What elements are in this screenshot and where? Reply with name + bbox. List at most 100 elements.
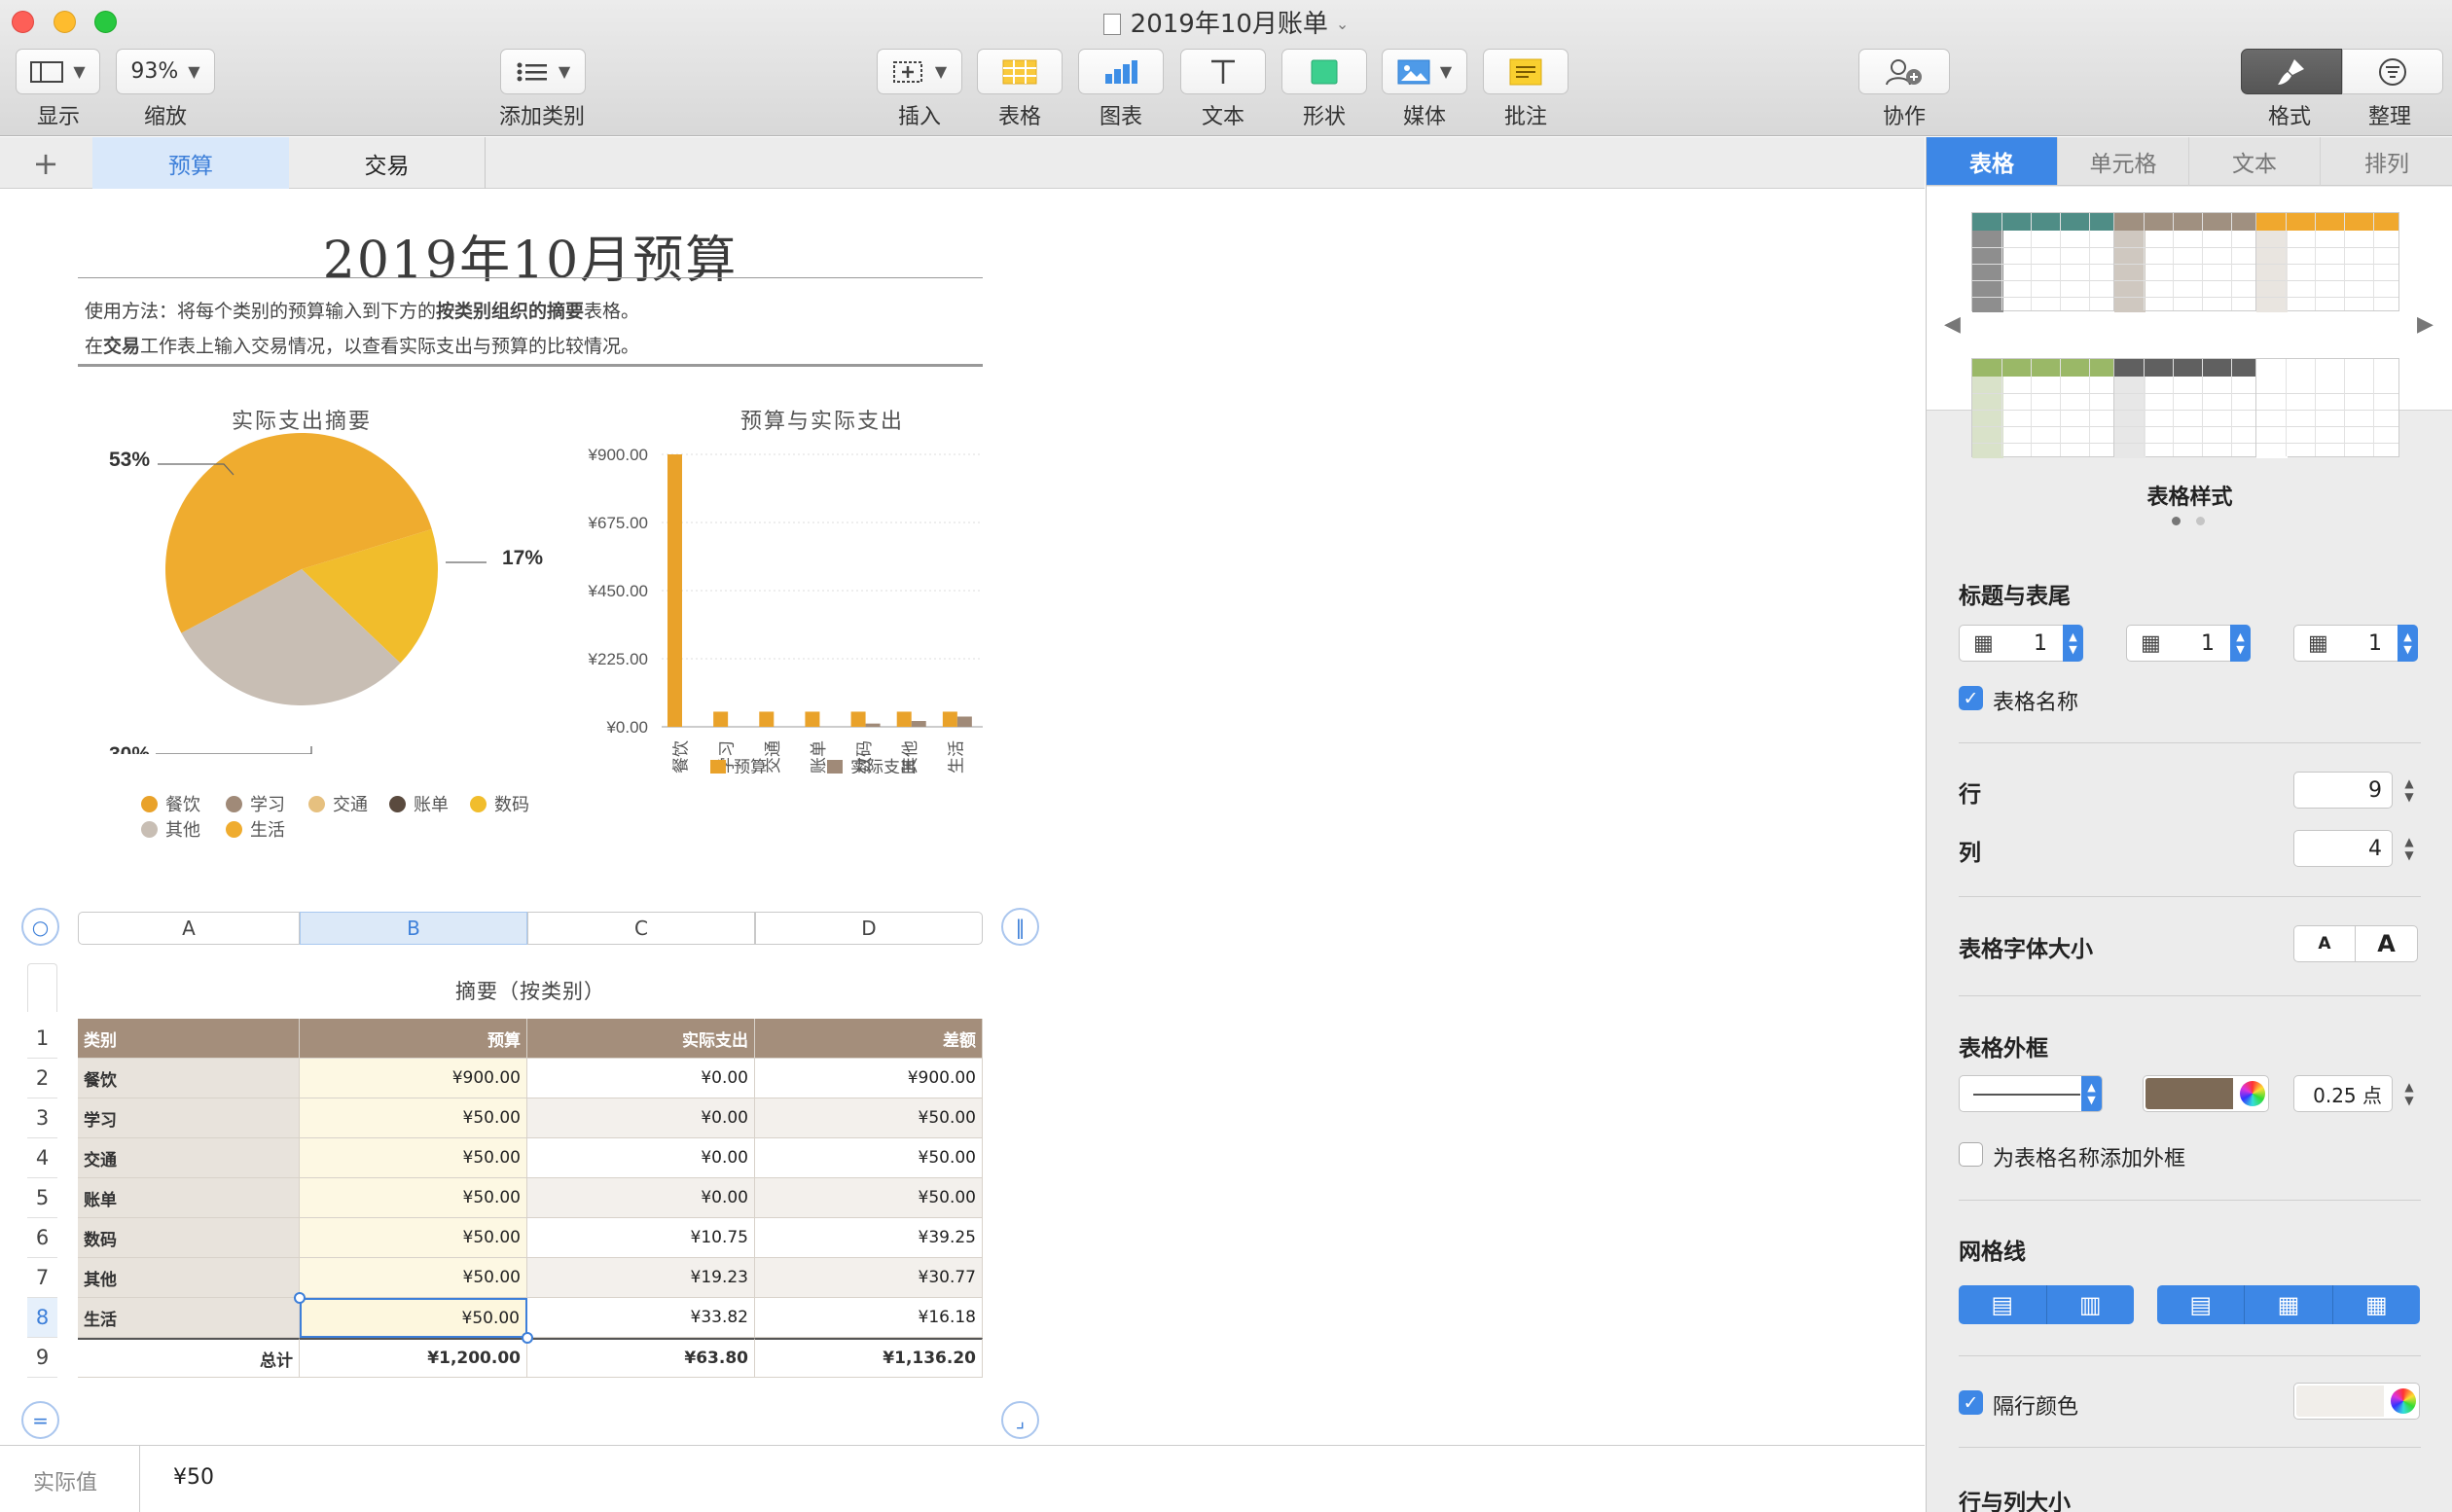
table-style-thumbnail[interactable] [2113, 212, 2257, 312]
value-cell[interactable]: ¥50.00 [300, 1098, 527, 1138]
value-cell[interactable]: ¥50.00 [300, 1258, 527, 1298]
value-cell[interactable]: ¥0.00 [527, 1059, 755, 1098]
value-cell[interactable]: ¥30.77 [755, 1258, 983, 1298]
bar-chart[interactable]: ¥0.00¥225.00¥450.00¥675.00¥900.00餐饮 学习 交通账… [545, 433, 992, 774]
chevron-left-icon[interactable]: ◀ [1944, 312, 1961, 337]
rows-field[interactable]: 9 [2293, 772, 2393, 809]
footer-rows-stepper[interactable]: ▲ ▼ [2398, 625, 2418, 662]
table-header-cell[interactable]: 差额 [755, 1019, 983, 1059]
insert-button[interactable]: ▼ [877, 49, 962, 94]
header-cols-stepper[interactable]: ▲ ▼ [2230, 625, 2251, 662]
value-cell[interactable]: ¥900.00 [755, 1059, 983, 1098]
row-header-8[interactable]: 8 [27, 1298, 57, 1338]
chevron-right-icon[interactable]: ▶ [2417, 312, 2434, 337]
category-cell[interactable]: 餐饮 [78, 1059, 300, 1098]
add-row-handle[interactable]: = [21, 1401, 59, 1439]
value-cell[interactable]: ¥16.18 [755, 1298, 983, 1338]
shape-button[interactable] [1281, 49, 1367, 94]
chart-button[interactable] [1078, 49, 1164, 94]
table-name-checkbox[interactable]: ✓ [1959, 686, 1983, 710]
header-rows-stepper[interactable]: ▲ ▼ [2063, 625, 2083, 662]
view-button[interactable]: ▼ [16, 49, 100, 94]
selected-cell[interactable]: ¥50.00 [300, 1298, 527, 1338]
font-size-decrease[interactable]: A [2293, 925, 2356, 962]
total-value-cell[interactable]: ¥1,136.20 [755, 1338, 983, 1378]
selection-handle[interactable] [294, 1292, 306, 1304]
tab-transactions[interactable]: 交易 [289, 137, 486, 189]
selection-handle[interactable] [522, 1332, 533, 1344]
table-button[interactable] [977, 49, 1063, 94]
chevron-down-icon[interactable]: ⌄ [1336, 15, 1349, 33]
footer-gridlines-icon[interactable]: ▦ [2333, 1285, 2420, 1324]
value-cell[interactable]: ¥50.00 [755, 1138, 983, 1178]
row-header-6[interactable]: 6 [27, 1218, 57, 1258]
column-header-B[interactable]: B [300, 912, 527, 945]
horizontal-gridlines-icon[interactable]: ▤ [1959, 1285, 2047, 1324]
zoom-select[interactable]: 93% ▼ [116, 49, 215, 94]
add-column-handle[interactable]: ‖ [1001, 908, 1039, 946]
border-table-name-checkbox[interactable] [1959, 1142, 1983, 1167]
resize-table-handle[interactable]: ⌟ [1001, 1401, 1039, 1439]
row-header-5[interactable]: 5 [27, 1178, 57, 1218]
alternating-rows-checkbox[interactable]: ✓ [1959, 1390, 1983, 1415]
table-header-cell[interactable]: 实际支出 [527, 1019, 755, 1059]
total-label-cell[interactable]: 总计 [78, 1338, 300, 1378]
table-style-thumbnail[interactable] [2255, 358, 2399, 458]
row-header-2[interactable]: 2 [27, 1059, 57, 1098]
tab-cell[interactable]: 单元格 [2058, 137, 2189, 186]
format-button[interactable] [2241, 49, 2342, 94]
value-cell[interactable]: ¥10.75 [527, 1218, 755, 1258]
category-cell[interactable]: 其他 [78, 1258, 300, 1298]
total-value-cell[interactable]: ¥1,200.00 [300, 1338, 527, 1378]
row-header-9[interactable]: 9 [27, 1338, 57, 1378]
organize-button[interactable] [2342, 49, 2443, 94]
tab-text[interactable]: 文本 [2189, 137, 2321, 186]
category-cell[interactable]: 数码 [78, 1218, 300, 1258]
table-style-thumbnail[interactable] [2113, 358, 2257, 458]
value-cell[interactable]: ¥19.23 [527, 1258, 755, 1298]
tab-arrange[interactable]: 排列 [2321, 137, 2452, 186]
value-cell[interactable]: ¥39.25 [755, 1218, 983, 1258]
cols-field[interactable]: 4 [2293, 830, 2393, 867]
row-header-1[interactable]: 1 [27, 1019, 57, 1059]
value-cell[interactable]: ¥900.00 [300, 1059, 527, 1098]
border-color-well[interactable] [2143, 1075, 2269, 1112]
collaborate-button[interactable] [1858, 49, 1950, 94]
header-col-gridlines-icon[interactable]: ▦ [2245, 1285, 2333, 1324]
value-cell[interactable]: ¥50.00 [300, 1178, 527, 1218]
table-header-cell[interactable]: 预算 [300, 1019, 527, 1059]
value-cell[interactable]: ¥50.00 [300, 1218, 527, 1258]
tab-budget[interactable]: 预算 [92, 137, 289, 189]
rows-stepper[interactable]: ▲ ▼ [2399, 772, 2419, 809]
category-cell[interactable]: 账单 [78, 1178, 300, 1218]
color-wheel-icon[interactable] [2391, 1388, 2416, 1414]
value-cell[interactable]: ¥50.00 [755, 1098, 983, 1138]
add-category-button[interactable]: ▼ [500, 49, 586, 94]
table-style-thumbnail[interactable] [1971, 212, 2115, 312]
row-header-3[interactable]: 3 [27, 1098, 57, 1138]
page-dot-active[interactable] [2172, 517, 2181, 525]
value-cell[interactable]: ¥0.00 [527, 1138, 755, 1178]
color-wheel-icon[interactable] [2240, 1081, 2265, 1106]
category-cell[interactable]: 交通 [78, 1138, 300, 1178]
pie-chart[interactable]: 17% 30% 53% [39, 433, 564, 754]
row-header-4[interactable]: 4 [27, 1138, 57, 1178]
add-sheet-button[interactable]: + [18, 137, 74, 189]
text-button[interactable] [1180, 49, 1266, 94]
category-cell[interactable]: 学习 [78, 1098, 300, 1138]
media-button[interactable]: ▼ [1382, 49, 1467, 94]
vertical-gridlines-icon[interactable]: ▥ [2047, 1285, 2135, 1324]
page-dot[interactable] [2196, 517, 2205, 525]
formula-input[interactable]: ¥50 [173, 1465, 214, 1490]
border-width-field[interactable]: 0.25 点 [2293, 1075, 2393, 1112]
border-width-stepper[interactable]: ▲ ▼ [2399, 1075, 2419, 1112]
header-row-gridlines-icon[interactable]: ▤ [2157, 1285, 2246, 1324]
total-value-cell[interactable]: ¥63.80 [527, 1338, 755, 1378]
category-cell[interactable]: 生活 [78, 1298, 300, 1338]
table-style-thumbnail[interactable] [1971, 358, 2115, 458]
page-dots[interactable] [2172, 517, 2205, 525]
column-header-C[interactable]: C [527, 912, 755, 945]
border-style-select[interactable]: ▲ ▼ [1959, 1075, 2103, 1112]
tab-table[interactable]: 表格 [1927, 137, 2058, 186]
select-table-handle[interactable]: ○ [21, 908, 59, 946]
